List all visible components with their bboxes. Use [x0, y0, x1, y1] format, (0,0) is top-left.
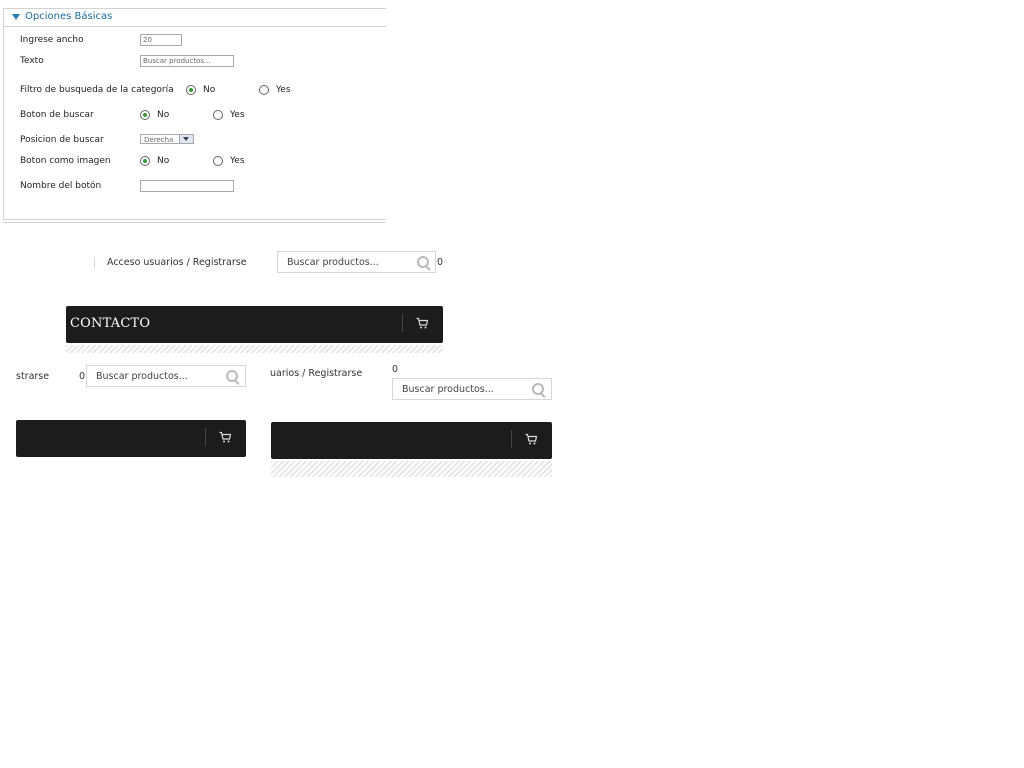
category-filter-yes-label: Yes [276, 85, 291, 95]
search-placeholder: Buscar productos... [287, 257, 379, 268]
nav-bar: CONTACTO [66, 306, 443, 343]
search-input[interactable]: Buscar productos... [86, 365, 246, 387]
text-label: Texto [20, 56, 44, 66]
search-button-no-label: No [157, 110, 170, 120]
chevron-down-icon[interactable] [179, 135, 193, 143]
category-filter-yes-radio[interactable] [259, 85, 269, 95]
width-input[interactable]: 20 [140, 34, 182, 46]
panel-header[interactable]: Opciones Básicas [4, 9, 386, 27]
search-position-select[interactable]: Derecha [140, 134, 194, 144]
search-input[interactable]: Buscar productos... [392, 378, 552, 400]
nav-bar-shadow [66, 345, 443, 353]
search-icon[interactable] [226, 370, 238, 382]
shopping-cart-icon[interactable] [416, 317, 428, 329]
cart-count: 0 [392, 364, 399, 375]
login-register-link[interactable]: uarios / Registrarse [270, 368, 362, 379]
button-image-label: Boton como imagen [20, 156, 111, 166]
search-position-value: Derecha [144, 136, 174, 144]
login-register-link[interactable]: Acceso usuarios / Registrarse [107, 257, 247, 268]
search-input[interactable]: Buscar productos... [277, 251, 436, 273]
category-filter-no-label: No [203, 85, 216, 95]
nav-separator [511, 430, 512, 448]
search-button-yes-label: Yes [230, 110, 245, 120]
text-input[interactable]: Buscar productos... [140, 55, 234, 67]
search-icon[interactable] [532, 383, 544, 395]
search-button-label: Boton de buscar [20, 110, 94, 120]
search-placeholder: Buscar productos... [402, 384, 494, 395]
category-filter-no-radio[interactable] [186, 85, 196, 95]
shopping-cart-icon[interactable] [525, 433, 537, 445]
nav-bar [16, 420, 246, 457]
panel-title: Opciones Básicas [25, 11, 113, 22]
button-name-input[interactable] [140, 180, 234, 192]
search-button-yes-radio[interactable] [213, 110, 223, 120]
category-filter-label: Filtro de busqueda de la categoría [20, 85, 174, 95]
nav-title[interactable]: CONTACTO [70, 316, 150, 331]
login-register-link[interactable]: strarse [16, 371, 49, 382]
button-image-yes-radio[interactable] [213, 156, 223, 166]
cart-count: 0 [437, 257, 444, 268]
button-image-yes-label: Yes [230, 156, 245, 166]
nav-separator [205, 428, 206, 446]
search-button-no-radio[interactable] [140, 110, 150, 120]
search-position-label: Posicion de buscar [20, 135, 104, 145]
search-icon[interactable] [417, 256, 429, 268]
header-divider [94, 257, 95, 268]
nav-separator [402, 314, 403, 332]
search-placeholder: Buscar productos... [96, 371, 188, 382]
nav-bar [271, 422, 552, 459]
cart-count: 0 [79, 371, 86, 382]
shopping-cart-icon[interactable] [219, 431, 231, 443]
width-label: Ingrese ancho [20, 35, 84, 45]
triangle-down-icon[interactable] [12, 14, 20, 20]
panel-bottom-divider [3, 222, 385, 223]
button-image-no-label: No [157, 156, 170, 166]
nav-bar-shadow [271, 461, 552, 477]
button-name-label: Nombre del botón [20, 181, 102, 191]
button-image-no-radio[interactable] [140, 156, 150, 166]
